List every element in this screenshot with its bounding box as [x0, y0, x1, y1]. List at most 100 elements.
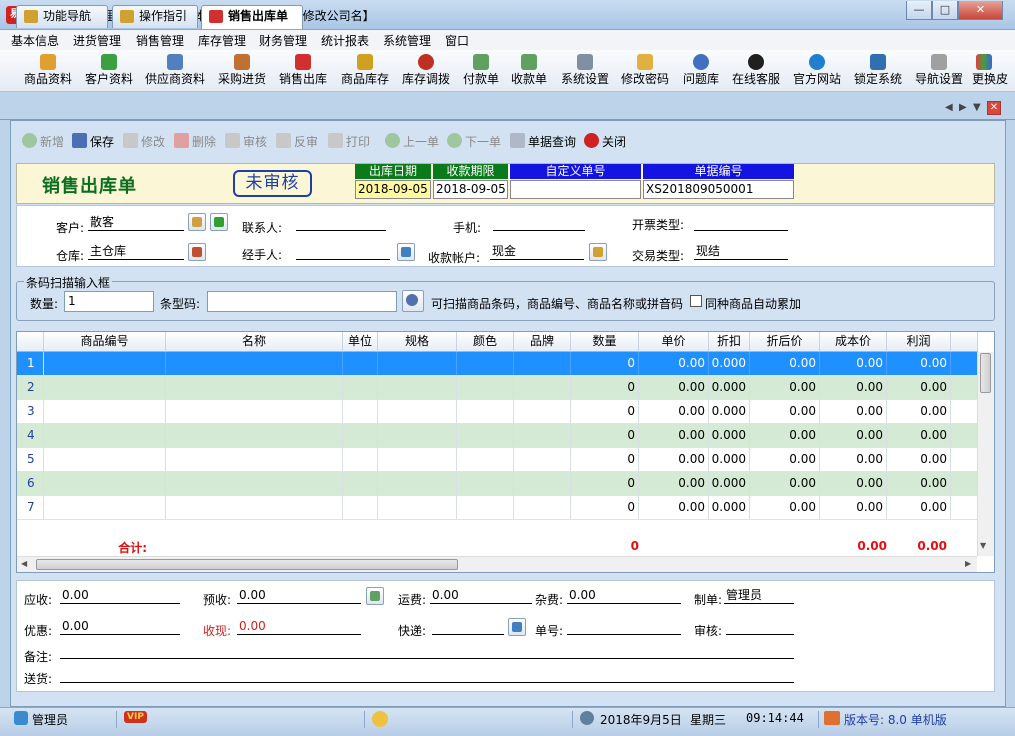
- next-order-button[interactable]: 下一单: [447, 133, 501, 150]
- cell-product-code[interactable]: [44, 424, 166, 447]
- cell-discount[interactable]: 0.000: [709, 496, 750, 519]
- audit-button[interactable]: 审核: [225, 133, 267, 150]
- cell-name[interactable]: [166, 352, 343, 375]
- cell-cost[interactable]: 0.00: [820, 352, 887, 375]
- cell-unit[interactable]: [343, 424, 378, 447]
- cell-price[interactable]: 0.00: [639, 496, 709, 519]
- due-date-field[interactable]: 2018-09-05: [433, 180, 508, 199]
- toolbar-purchase-button[interactable]: 采购进货: [214, 52, 270, 90]
- cell-profit[interactable]: 0.00: [887, 424, 951, 447]
- cell-name[interactable]: [166, 448, 343, 471]
- maximize-button[interactable]: □: [932, 1, 958, 20]
- col-header-discount[interactable]: 折扣: [709, 332, 750, 352]
- table-row[interactable]: 2 0 0.00 0.000 0.00 0.00 0.00: [17, 376, 978, 400]
- handler-field[interactable]: [296, 244, 390, 260]
- cell-price[interactable]: 0.00: [639, 376, 709, 399]
- tab-function-nav[interactable]: 功能导航: [16, 5, 108, 28]
- barcode-input[interactable]: [207, 291, 397, 312]
- cell-cost[interactable]: 0.00: [820, 496, 887, 519]
- express-field[interactable]: [432, 619, 504, 635]
- edit-button[interactable]: 修改: [123, 133, 165, 150]
- cell-price[interactable]: 0.00: [639, 448, 709, 471]
- tab-close-icon[interactable]: ✕: [987, 101, 1001, 115]
- cell-unit[interactable]: [343, 496, 378, 519]
- prepaid-field[interactable]: 0.00: [237, 588, 361, 604]
- cell-discount[interactable]: 0.000: [709, 400, 750, 423]
- cell-unit[interactable]: [343, 448, 378, 471]
- toolbar-nav-settings-button[interactable]: 导航设置: [911, 52, 967, 90]
- toolbar-skin-button[interactable]: 更换皮: [972, 52, 1015, 90]
- menu-system[interactable]: 系统管理: [383, 32, 431, 49]
- toolbar-receipt-button[interactable]: 收款单: [507, 52, 551, 90]
- cell-discount[interactable]: 0.000: [709, 352, 750, 375]
- cell-quantity[interactable]: 0: [571, 424, 639, 447]
- toolbar-support-button[interactable]: 在线客服: [728, 52, 784, 90]
- express-pick-button[interactable]: [508, 618, 526, 636]
- cell-discounted-price[interactable]: 0.00: [750, 376, 820, 399]
- account-pick-button[interactable]: [589, 243, 607, 261]
- new-button[interactable]: 新增: [22, 133, 64, 150]
- tab-scroll-right-icon[interactable]: ▶: [959, 102, 967, 113]
- cell-quantity[interactable]: 0: [571, 376, 639, 399]
- col-header-name[interactable]: 名称: [166, 332, 343, 352]
- phone-field[interactable]: [493, 215, 585, 231]
- cell-discounted-price[interactable]: 0.00: [750, 400, 820, 423]
- cell-color[interactable]: [457, 376, 514, 399]
- cell-brand[interactable]: [514, 472, 571, 495]
- quantity-input[interactable]: 1: [64, 291, 154, 312]
- cell-profit[interactable]: 0.00: [887, 448, 951, 471]
- cell-unit[interactable]: [343, 472, 378, 495]
- cell-discount[interactable]: 0.000: [709, 472, 750, 495]
- freight-field[interactable]: 0.00: [430, 588, 532, 604]
- auto-accumulate-checkbox[interactable]: [690, 295, 702, 307]
- table-row[interactable]: 3 0 0.00 0.000 0.00 0.00 0.00: [17, 400, 978, 424]
- col-header-price[interactable]: 单价: [639, 332, 709, 352]
- cell-color[interactable]: [457, 352, 514, 375]
- cell-color[interactable]: [457, 424, 514, 447]
- tab-guide[interactable]: 操作指引: [112, 5, 198, 28]
- custom-no-field[interactable]: [510, 180, 641, 199]
- toolbar-password-button[interactable]: 修改密码: [617, 52, 673, 90]
- cash-received-field[interactable]: 0.00: [237, 619, 361, 635]
- cell-quantity[interactable]: 0: [571, 448, 639, 471]
- cell-brand[interactable]: [514, 496, 571, 519]
- col-header-color[interactable]: 颜色: [457, 332, 514, 352]
- table-row[interactable]: 7 0 0.00 0.000 0.00 0.00 0.00: [17, 496, 978, 520]
- cell-unit[interactable]: [343, 376, 378, 399]
- toolbar-website-button[interactable]: 官方网站: [789, 52, 845, 90]
- grid-horizontal-scroll-thumb[interactable]: [36, 559, 458, 570]
- tracking-no-field[interactable]: [567, 619, 681, 635]
- cell-spec[interactable]: [378, 448, 457, 471]
- menu-finance[interactable]: 财务管理: [259, 32, 307, 49]
- cell-brand[interactable]: [514, 352, 571, 375]
- print-button[interactable]: 打印: [328, 133, 370, 150]
- cell-brand[interactable]: [514, 376, 571, 399]
- cell-color[interactable]: [457, 400, 514, 423]
- close-window-button[interactable]: ✕: [958, 1, 1003, 20]
- scroll-down-icon[interactable]: ▼: [980, 541, 986, 550]
- cell-discounted-price[interactable]: 0.00: [750, 424, 820, 447]
- save-button[interactable]: 保存: [72, 133, 114, 150]
- cell-name[interactable]: [166, 424, 343, 447]
- customer-add-button[interactable]: [210, 213, 228, 231]
- cell-price[interactable]: 0.00: [639, 472, 709, 495]
- receivable-field[interactable]: 0.00: [60, 588, 180, 604]
- cell-color[interactable]: [457, 472, 514, 495]
- table-row[interactable]: 4 0 0.00 0.000 0.00 0.00 0.00: [17, 424, 978, 448]
- cell-color[interactable]: [457, 496, 514, 519]
- minimize-button[interactable]: —: [906, 1, 932, 20]
- toolbar-payment-button[interactable]: 付款单: [459, 52, 503, 90]
- cell-discount[interactable]: 0.000: [709, 448, 750, 471]
- remark-field[interactable]: [60, 643, 794, 659]
- toolbar-faq-button[interactable]: 问题库: [679, 52, 723, 90]
- customer-pick-button[interactable]: [188, 213, 206, 231]
- cell-product-code[interactable]: [44, 400, 166, 423]
- cell-name[interactable]: [166, 496, 343, 519]
- menu-sales[interactable]: 销售管理: [136, 32, 184, 49]
- prepaid-pick-button[interactable]: [366, 587, 384, 605]
- cell-discount[interactable]: 0.000: [709, 424, 750, 447]
- col-header-spec[interactable]: 规格: [378, 332, 457, 352]
- trade-type-field[interactable]: 现结: [694, 244, 788, 260]
- cell-product-code[interactable]: [44, 448, 166, 471]
- order-query-button[interactable]: 单据查询: [510, 133, 576, 150]
